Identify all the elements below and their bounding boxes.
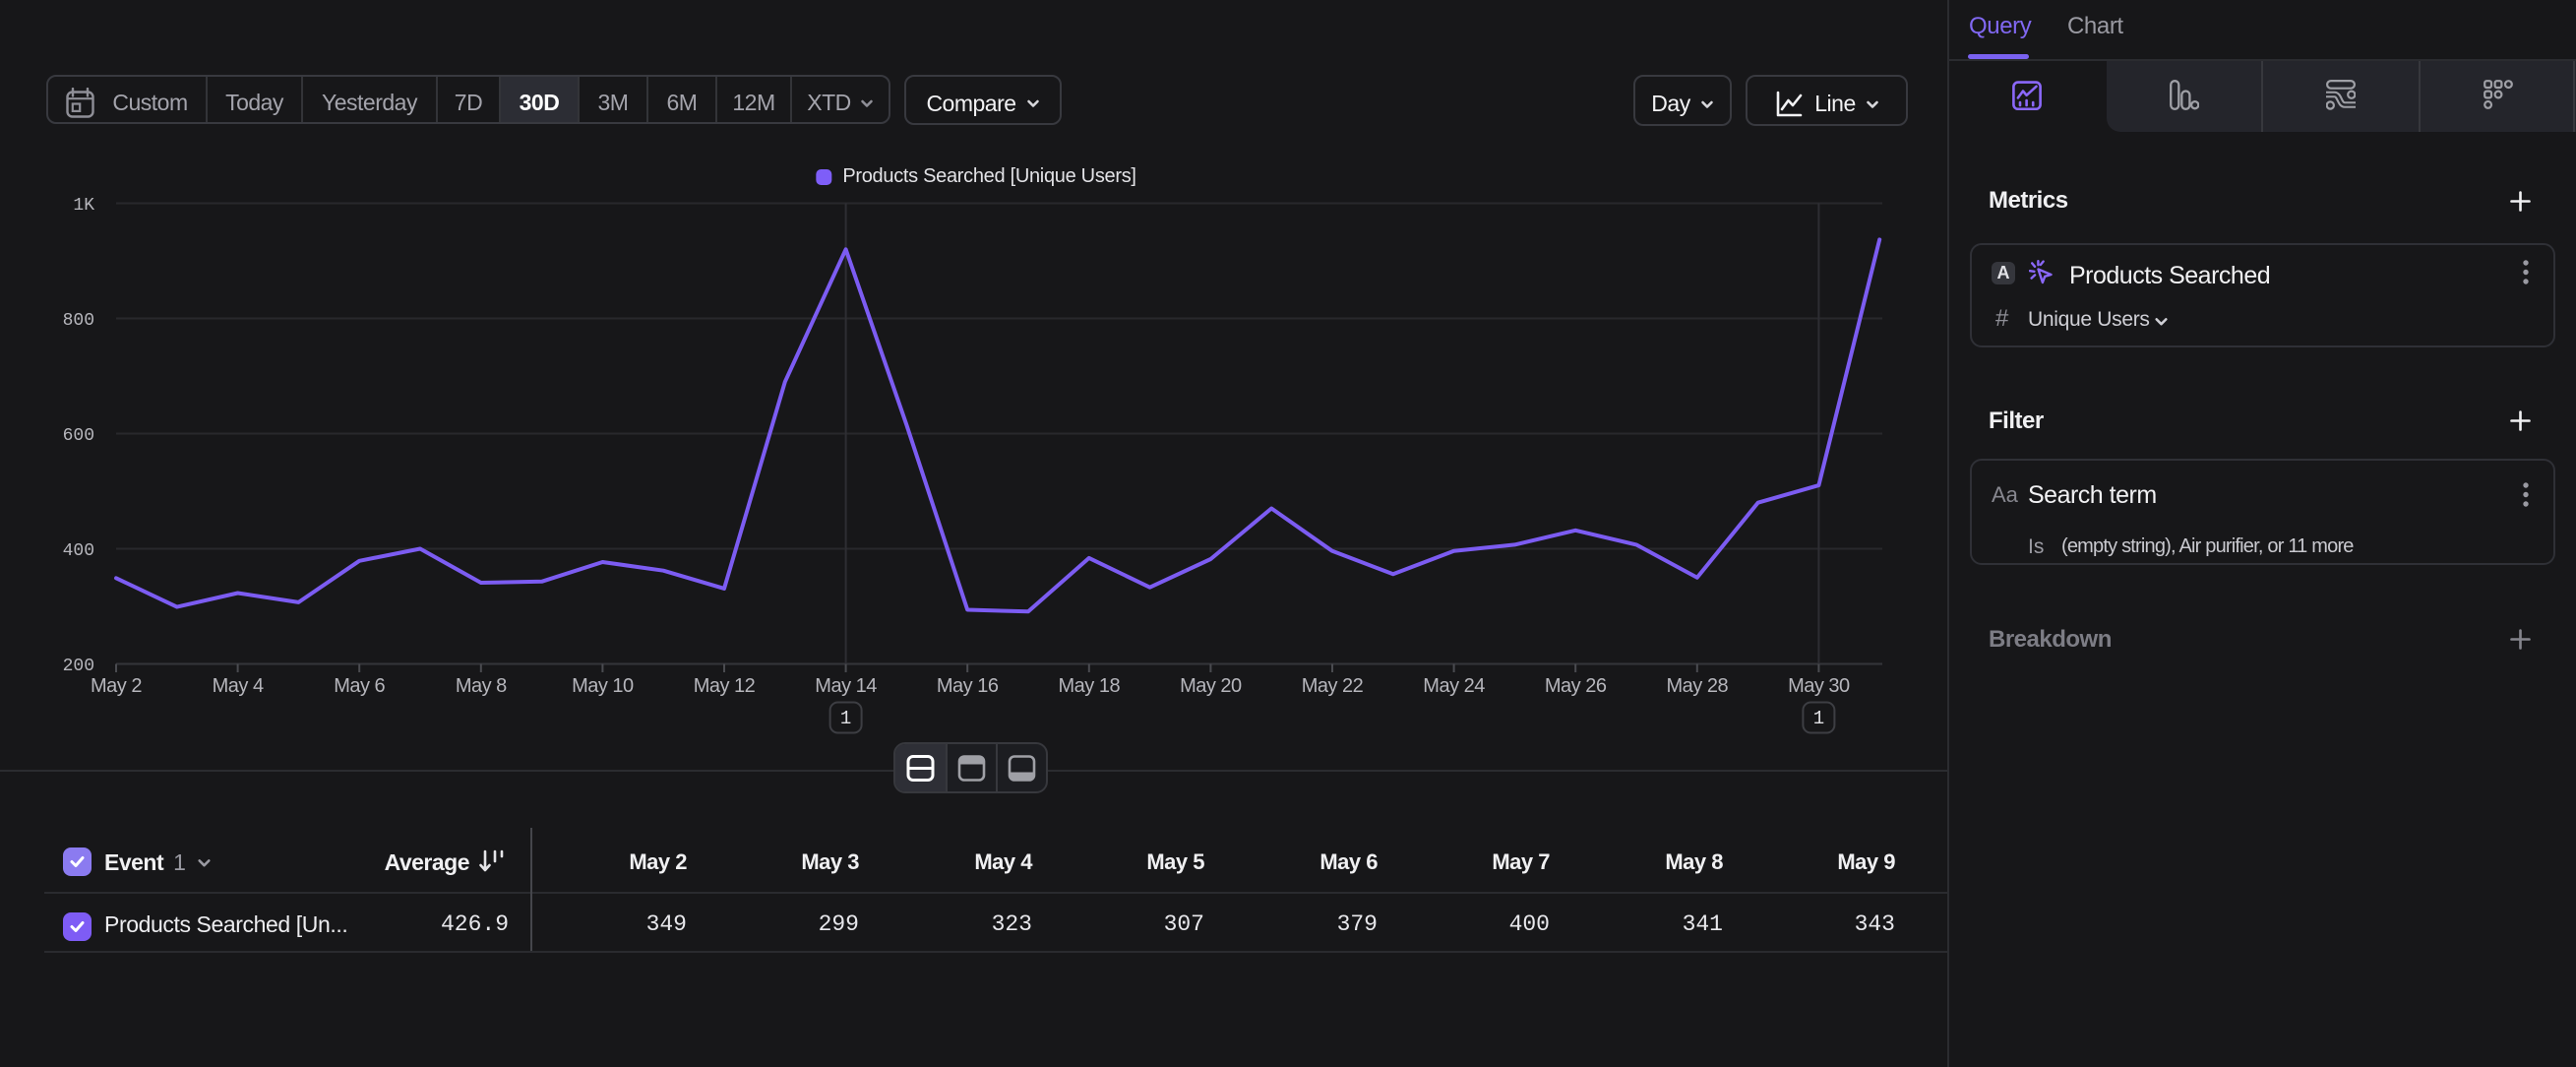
svg-text:600: 600 xyxy=(63,426,94,446)
svg-text:May 24: May 24 xyxy=(1423,675,1485,697)
svg-text:200: 200 xyxy=(63,657,94,676)
svg-text:400: 400 xyxy=(63,541,94,561)
svg-text:May 18: May 18 xyxy=(1059,675,1121,697)
svg-text:May 2: May 2 xyxy=(91,675,142,697)
svg-text:May 26: May 26 xyxy=(1545,675,1607,697)
svg-text:1: 1 xyxy=(1813,708,1824,729)
svg-text:May 28: May 28 xyxy=(1667,675,1729,697)
svg-text:1K: 1K xyxy=(73,196,94,216)
svg-text:May 14: May 14 xyxy=(815,675,877,697)
svg-text:800: 800 xyxy=(63,311,94,331)
svg-text:May 12: May 12 xyxy=(694,675,756,697)
svg-text:1: 1 xyxy=(840,708,851,729)
svg-text:May 20: May 20 xyxy=(1180,675,1242,697)
svg-text:May 16: May 16 xyxy=(937,675,999,697)
svg-text:May 8: May 8 xyxy=(456,675,507,697)
svg-text:May 30: May 30 xyxy=(1788,675,1850,697)
svg-text:May 4: May 4 xyxy=(213,675,264,697)
svg-text:May 10: May 10 xyxy=(572,675,634,697)
svg-text:May 6: May 6 xyxy=(334,675,385,697)
svg-text:May 22: May 22 xyxy=(1302,675,1364,697)
